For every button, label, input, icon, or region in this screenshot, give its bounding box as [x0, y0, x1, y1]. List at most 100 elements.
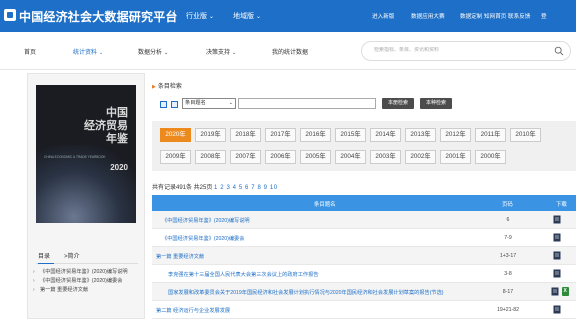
industry-select[interactable]: 行业版 ⌄ — [186, 11, 214, 21]
download-book-icon[interactable] — [553, 251, 561, 260]
nav-statistics[interactable]: 统计资料 ⌄ — [73, 47, 103, 56]
book-cover-image[interactable]: 中国 经济贸易 年鉴 CHINA ECONOMIC & TRADE YEARBO… — [36, 85, 136, 223]
entry-title-link[interactable]: 第二篇 经济运行与企业发展发展 — [156, 307, 230, 314]
download-book-icon[interactable] — [553, 269, 561, 278]
list-view-icon[interactable] — [171, 101, 178, 108]
entry-page: 7-9 — [504, 235, 512, 241]
nav-analysis[interactable]: 数据分析 ⌄ — [138, 47, 168, 56]
year-button[interactable]: 2017年 — [265, 128, 296, 142]
toc-item-label: 《中国经济贸易年鉴》(2020)编委会 — [40, 278, 123, 284]
field-select[interactable]: 条目题名 ⌄ — [182, 98, 236, 109]
link-data-custom[interactable]: 数据定制 — [460, 12, 482, 20]
toc-item-label: 《中国经济贸易年鉴》(2020)编写说明 — [40, 269, 128, 275]
region-select[interactable]: 地域版 ⌄ — [233, 11, 261, 21]
nav-analysis-label: 数据分析 — [138, 50, 163, 56]
book-english-title: CHINA ECONOMIC & TRADE YEARBOOK — [44, 155, 106, 159]
year-button[interactable]: 2004年 — [335, 150, 366, 164]
year-button[interactable]: 2009年 — [160, 150, 191, 164]
year-button[interactable]: 2007年 — [230, 150, 261, 164]
link-login[interactable]: 登 — [541, 12, 547, 20]
toc-item[interactable]: › 第一篇 重要经济文献 — [32, 286, 142, 295]
entries-table: 条目题名 页码 下载 《中国经济贸易年鉴》(2020)编写说明 6 《中国经济贸易年… — [152, 195, 576, 319]
year-button[interactable]: 2008年 — [195, 150, 226, 164]
site-title[interactable]: 中国经济社会大数据研究平台 — [19, 8, 178, 25]
site-logo-icon[interactable] — [4, 9, 16, 21]
book-title-line: 年鉴 — [106, 133, 128, 145]
entry-title-link[interactable]: 《中国经济贸易年鉴》(2020)编委会 — [162, 235, 244, 242]
industry-select-label: 行业版 — [186, 13, 207, 20]
entry-title-link[interactable]: 《中国经济贸易年鉴》(2020)编写说明 — [162, 217, 250, 224]
record-count: 共有记录491条 共25页 1 2 3 4 5 6 7 8 9 10 — [152, 182, 278, 191]
search-input[interactable] — [374, 47, 534, 53]
year-button[interactable]: 2003年 — [370, 150, 401, 164]
grid-view-icon[interactable] — [160, 101, 167, 108]
field-select-value: 条目题名 — [185, 100, 206, 106]
tab-intro[interactable]: >简介 — [64, 251, 80, 260]
year-button[interactable]: 2018年 — [230, 128, 261, 142]
year-button[interactable]: 2011年 — [475, 128, 506, 142]
filter-row: 条目题名 ⌄ 本册检索 本种检索 — [152, 97, 576, 113]
chevron-down-icon: ⌄ — [256, 14, 262, 20]
download-book-icon[interactable] — [553, 215, 561, 224]
toc-item[interactable]: › 《中国经济贸易年鉴》(2020)编委会 — [32, 277, 142, 286]
table-row: 《中国经济贸易年鉴》(2020)编写说明 6 — [152, 211, 576, 229]
nav-my-data[interactable]: 我的统计数据 — [272, 47, 308, 56]
year-button[interactable]: 2000年 — [475, 150, 506, 164]
year-button[interactable]: 2014年 — [370, 128, 401, 142]
search-this-book-button[interactable]: 本册检索 — [382, 98, 414, 109]
excel-download-icon[interactable] — [562, 287, 569, 296]
chevron-down-icon: ⌄ — [164, 50, 169, 56]
year-button[interactable]: 2012年 — [440, 128, 471, 142]
region-select-label: 地域版 — [233, 13, 254, 20]
entry-page: 1+3-17 — [499, 253, 517, 259]
keyword-input[interactable] — [238, 98, 376, 109]
table-body: 《中国经济贸易年鉴》(2020)编写说明 6 《中国经济贸易年鉴》(2020)编委会… — [152, 211, 576, 319]
nav-statistics-label: 统计资料 — [73, 50, 98, 56]
year-button[interactable]: 2010年 — [510, 128, 541, 142]
pagination[interactable]: 1 2 3 4 5 6 7 8 9 10 — [214, 185, 278, 191]
download-book-icon[interactable] — [553, 305, 561, 314]
chevron-down-icon: ⌄ — [232, 50, 237, 56]
global-search[interactable] — [361, 41, 571, 61]
link-new-version[interactable]: 进入新版 — [372, 12, 394, 20]
book-panel: 中国 经济贸易 年鉴 CHINA ECONOMIC & TRADE YEARBO… — [27, 73, 145, 319]
record-count-text: 共有记录491条 共25页 — [152, 185, 213, 191]
book-year: 2020 — [110, 163, 128, 172]
chevron-down-icon: ⌄ — [99, 50, 104, 56]
link-feedback[interactable]: 联系反馈 — [508, 12, 530, 20]
year-button[interactable]: 2013年 — [405, 128, 436, 142]
year-button[interactable]: 2005年 — [300, 150, 331, 164]
toc-item[interactable]: › 《中国经济贸易年鉴》(2020)编写说明 — [32, 268, 142, 277]
nav-home[interactable]: 首页 — [24, 47, 36, 56]
entry-title-link[interactable]: 第一篇 重要经济文献 — [156, 253, 204, 260]
entry-title-link[interactable]: 国家发展和改革委员会关于2019年国民经济和社会发展计划执行情况与2020年国民… — [168, 289, 444, 296]
header-download: 下载 — [556, 202, 567, 208]
book-cover-title: 中国 经济贸易 年鉴 — [84, 107, 128, 146]
nav-decision[interactable]: 决策支持 ⌄ — [206, 47, 236, 56]
year-button[interactable]: 2020年 — [160, 128, 191, 142]
year-button[interactable]: 2019年 — [195, 128, 226, 142]
year-button[interactable]: 2006年 — [265, 150, 296, 164]
entry-page: 6 — [506, 217, 510, 223]
search-all-button[interactable]: 本种检索 — [420, 98, 452, 109]
table-row: 《中国经济贸易年鉴》(2020)编委会 7-9 — [152, 229, 576, 247]
link-data-contest[interactable]: 数据应用大赛 — [411, 12, 445, 20]
year-button[interactable]: 2016年 — [300, 128, 331, 142]
link-cnki-home[interactable]: 知网首页 — [484, 12, 506, 20]
toc-item-label: 第一篇 重要经济文献 — [40, 287, 89, 293]
table-row: 国家发展和改革委员会关于2019年国民经济和社会发展计划执行情况与2020年国民… — [152, 283, 576, 301]
year-button[interactable]: 2015年 — [335, 128, 366, 142]
tab-toc[interactable]: 目录 — [38, 251, 55, 264]
chevron-down-icon: ⌄ — [209, 14, 215, 20]
year-selector: 2020年 2019年 2018年 2017年 2016年 2015年 2014年 2013年… — [152, 121, 576, 171]
nav-decision-label: 决策支持 — [206, 50, 231, 56]
breadcrumb: ▶ 条目检索 — [152, 81, 182, 90]
book-title-line: 中国 — [106, 107, 128, 119]
download-book-icon[interactable] — [553, 233, 561, 242]
year-button[interactable]: 2002年 — [405, 150, 436, 164]
entry-title-link[interactable]: 李克强在第十三届全国人民代表大会第三次会议上的政府工作报告 — [168, 271, 318, 278]
breadcrumb-label: 条目检索 — [157, 84, 182, 90]
search-icon[interactable] — [554, 46, 564, 56]
year-button[interactable]: 2001年 — [440, 150, 471, 164]
download-book-icon[interactable] — [551, 287, 559, 296]
